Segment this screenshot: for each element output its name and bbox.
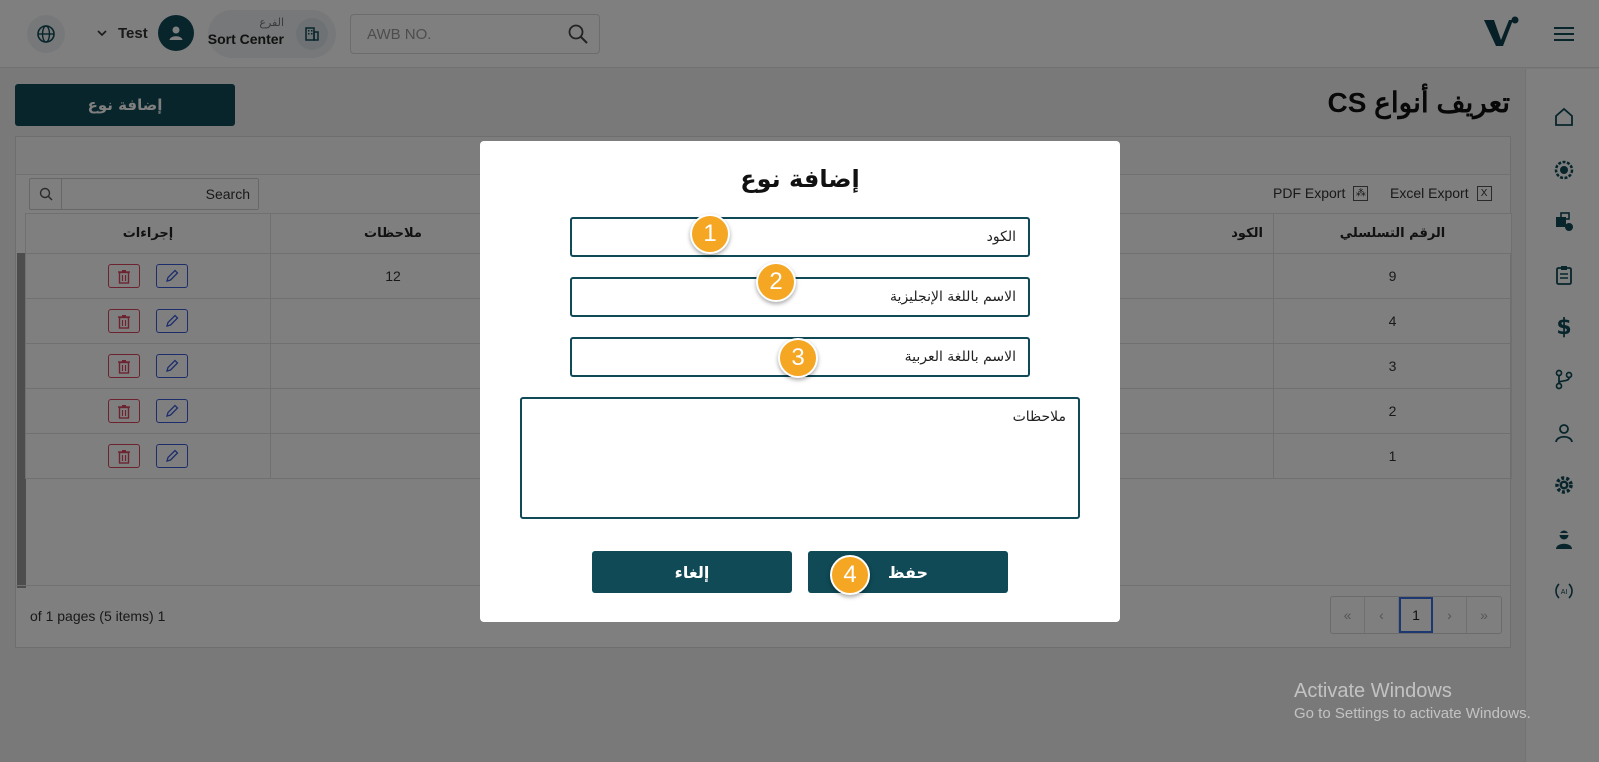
code-input[interactable] (572, 219, 1028, 255)
name-en-field (570, 277, 1030, 317)
code-field (570, 217, 1030, 257)
watermark-line1: Activate Windows (1294, 680, 1452, 702)
name-en-input[interactable] (572, 279, 1028, 315)
windows-activation-watermark: Activate Windows Go to Settings to activ… (1294, 680, 1531, 722)
step-marker-2: 2 (756, 262, 796, 302)
watermark-line2: Go to Settings to activate Windows. (1294, 705, 1531, 722)
step-marker-4: 4 (830, 555, 870, 595)
notes-field (520, 397, 1080, 519)
step-marker-3: 3 (778, 338, 818, 378)
add-type-modal: إضافة نوع إلغاء حفظ 1 2 3 4 (480, 141, 1120, 622)
cancel-button[interactable]: إلغاء (592, 551, 792, 593)
notes-input[interactable] (522, 399, 1078, 517)
modal-title: إضافة نوع (740, 165, 860, 193)
step-marker-1: 1 (690, 214, 730, 254)
